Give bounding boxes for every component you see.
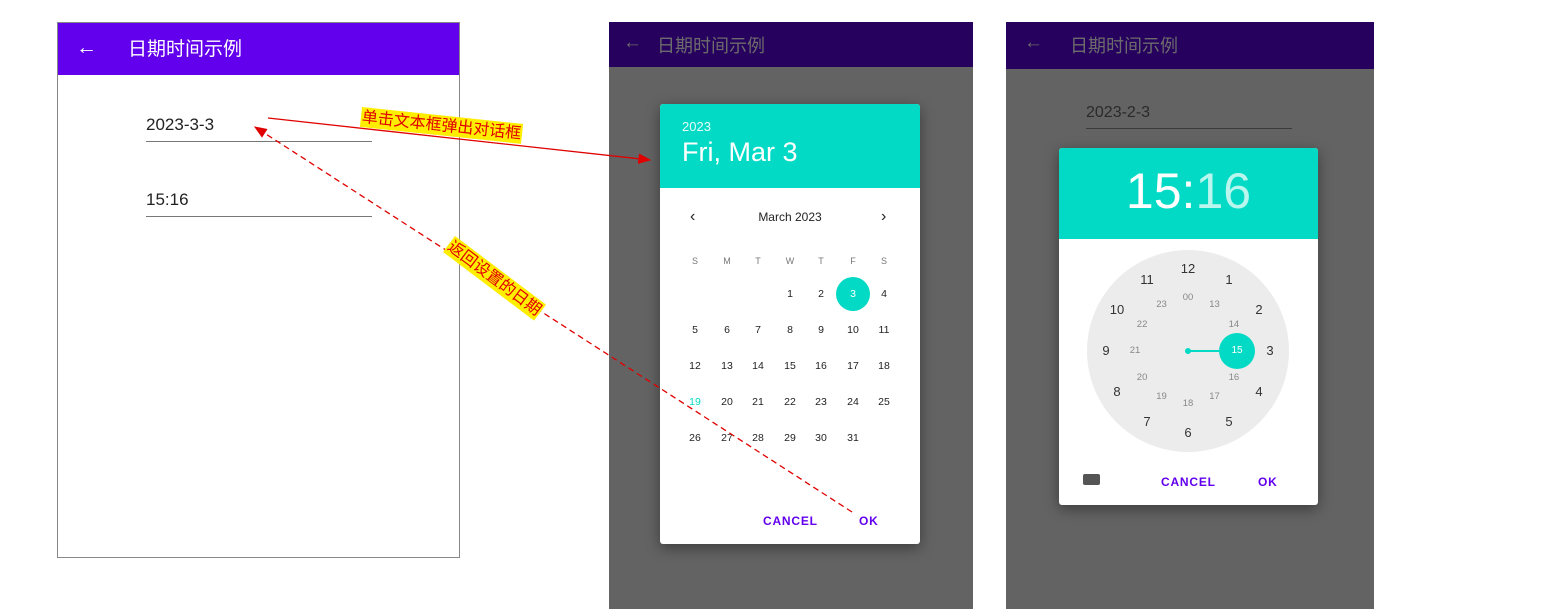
app-bar-title: 日期时间示例 [1070,36,1178,57]
day-cell[interactable]: 29 [778,426,802,450]
time-colon: : [1181,163,1196,219]
minute-display[interactable]: 16 [1195,163,1251,219]
day-cell[interactable]: 13 [715,354,739,378]
weekday-label: S [691,256,698,266]
weekday-label: T [818,256,824,266]
day-cell[interactable]: 22 [778,390,802,414]
clock-hour-outer[interactable]: 3 [1259,340,1281,362]
day-cell[interactable]: 31 [841,426,865,450]
cancel-button[interactable]: CANCEL [1161,475,1216,489]
clock-center-dot [1185,348,1191,354]
app-bar: ← 日期时间示例 [609,22,973,67]
clock-hour-outer[interactable]: 2 [1248,299,1270,321]
day-cell[interactable]: 17 [841,354,865,378]
day-cell[interactable]: 24 [841,390,865,414]
clock-hour-inner[interactable]: 16 [1223,367,1245,389]
clock-hour-inner[interactable]: 23 [1151,294,1173,316]
back-arrow-icon[interactable]: ← [1024,32,1043,54]
clock-hour-outer[interactable]: 4 [1248,381,1270,403]
clock-hour-outer[interactable]: 1 [1218,269,1240,291]
clock-hour-inner[interactable]: 14 [1223,314,1245,336]
phone-screen-date-picker: ← 日期时间示例 2023 Fri, Mar 3 ‹ March 2023 › … [609,22,973,609]
weekday-label: W [785,256,795,266]
day-cell[interactable]: 8 [778,318,802,342]
date-input[interactable]: 2023-2-3 [1086,104,1292,129]
date-picker-header: 2023 Fri, Mar 3 [660,104,920,188]
day-cell[interactable]: 14 [746,354,770,378]
day-cell[interactable]: 12 [683,354,707,378]
day-cell[interactable]: 26 [683,426,707,450]
keyboard-icon[interactable] [1083,474,1100,485]
clock-hour-outer[interactable]: 9 [1095,340,1117,362]
day-cell[interactable]: 15 [778,354,802,378]
app-bar-title: 日期时间示例 [657,36,765,57]
date-picker-dialog: 2023 Fri, Mar 3 ‹ March 2023 › SMTWTFS 1… [660,104,920,544]
clock-hour-inner[interactable]: 20 [1131,367,1153,389]
weekday-label: M [723,256,731,266]
day-cell[interactable]: 18 [872,354,896,378]
day-cell[interactable]: 1 [778,282,802,306]
day-cell[interactable]: 9 [809,318,833,342]
day-cell[interactable]: 27 [715,426,739,450]
weekday-label: F [850,256,856,266]
clock-hour-outer[interactable]: 6 [1177,422,1199,444]
day-cell[interactable]: 2 [809,282,833,306]
back-arrow-icon[interactable]: ← [76,36,97,60]
clock-hour-outer[interactable]: 7 [1136,411,1158,433]
day-cell[interactable]: 20 [715,390,739,414]
day-cell[interactable]: 11 [872,318,896,342]
day-cell[interactable]: 5 [683,318,707,342]
clock-hour-inner[interactable]: 18 [1177,393,1199,415]
selected-date: Fri, Mar 3 [682,137,798,167]
day-cell[interactable]: 16 [809,354,833,378]
selected-day-cell[interactable]: 3 [836,277,870,311]
clock-face[interactable]: 15 12 1 2 3 4 5 6 7 8 9 10 11 00 13 14 16 17 18 19 20 21 22 23 [1087,250,1289,452]
clock-hour-outer[interactable]: 10 [1106,299,1128,321]
clock-hour-outer[interactable]: 12 [1177,258,1199,280]
day-cell[interactable]: 10 [841,318,865,342]
app-bar: ← 日期时间示例 [58,23,459,75]
clock-hour-outer[interactable]: 5 [1218,411,1240,433]
today-day-cell[interactable]: 19 [683,390,707,414]
day-cell[interactable]: 23 [809,390,833,414]
time-input[interactable]: 15:16 [146,190,372,217]
ok-button[interactable]: OK [859,514,879,528]
clock-hour-inner[interactable]: 21 [1124,340,1146,362]
ok-button[interactable]: OK [1258,475,1278,489]
clock-hour-inner[interactable]: 17 [1204,386,1226,408]
phone-screen-time-picker: ← 日期时间示例 2023-2-3 15:16 15 12 1 2 3 4 5 6 7 8 9 10… [1006,22,1374,609]
clock-hour-inner[interactable]: 22 [1131,314,1153,336]
time-picker-dialog: 15:16 15 12 1 2 3 4 5 6 7 8 9 10 11 00 13 14 16 17 18 19 20… [1059,148,1318,505]
cancel-button[interactable]: CANCEL [763,514,818,528]
app-bar-title: 日期时间示例 [128,38,243,60]
selected-hour-marker[interactable]: 15 [1219,333,1255,369]
phone-screen-main: ← 日期时间示例 2023-3-3 15:16 [57,22,460,558]
day-cell[interactable]: 21 [746,390,770,414]
day-cell[interactable]: 25 [872,390,896,414]
selected-year[interactable]: 2023 [682,119,711,134]
clock-hour-inner[interactable]: 19 [1151,386,1173,408]
weekday-label: T [755,256,761,266]
day-cell[interactable]: 4 [872,282,896,306]
hour-display[interactable]: 15 [1126,163,1182,219]
date-input[interactable]: 2023-3-3 [146,115,372,142]
day-cell[interactable]: 6 [715,318,739,342]
day-cell[interactable]: 28 [746,426,770,450]
clock-hour-outer[interactable]: 11 [1136,269,1158,291]
day-cell[interactable]: 7 [746,318,770,342]
clock-hour-inner[interactable]: 00 [1177,287,1199,309]
clock-hour-outer[interactable]: 8 [1106,381,1128,403]
weekday-label: S [880,256,887,266]
day-cell[interactable]: 30 [809,426,833,450]
app-bar: ← 日期时间示例 [1006,22,1374,69]
back-arrow-icon[interactable]: ← [623,32,642,54]
time-picker-header: 15:16 [1059,148,1318,239]
chevron-right-icon[interactable]: › [881,208,886,226]
